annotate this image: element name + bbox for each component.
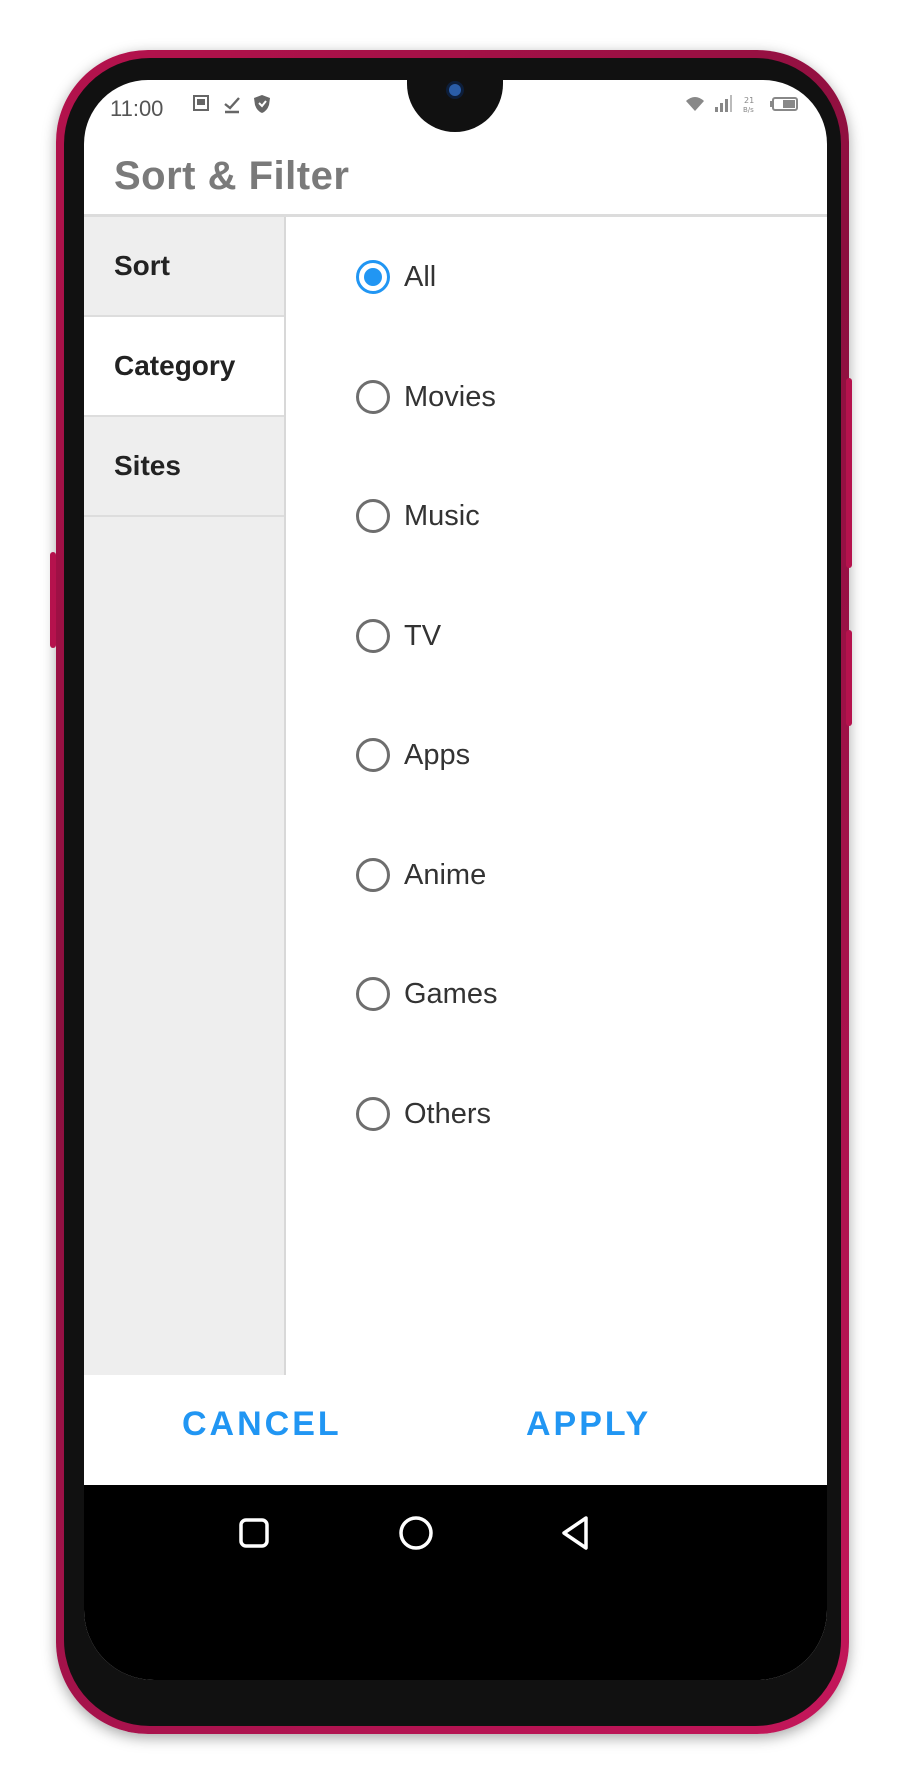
gallery-icon (193, 95, 209, 111)
option-label: TV (404, 619, 442, 652)
option-anime[interactable]: Anime (356, 845, 486, 905)
radio-button[interactable] (356, 858, 390, 892)
tab-sort-label: Sort (114, 250, 170, 281)
option-label: Music (404, 499, 480, 532)
recent-apps-icon[interactable] (234, 1513, 274, 1553)
option-label: Movies (404, 380, 496, 413)
volume-button (846, 630, 852, 726)
radio-button[interactable] (356, 380, 390, 414)
apply-button[interactable]: APPLY (526, 1405, 651, 1444)
tab-category[interactable]: Category (84, 317, 284, 417)
phone-screen: 11:00 21 B/s Sort & Filter Sort Category… (84, 80, 827, 1680)
option-others[interactable]: Others (356, 1084, 491, 1144)
status-icons-right: 21 B/s (685, 94, 799, 114)
option-label: Games (404, 977, 498, 1010)
option-movies[interactable]: Movies (356, 367, 496, 427)
tab-sites-label: Sites (114, 450, 181, 481)
radio-button[interactable] (356, 619, 390, 653)
dialog-footer: CANCEL APPLY (84, 1375, 827, 1485)
shield-icon (254, 95, 270, 113)
option-all[interactable]: All (356, 247, 436, 307)
option-music[interactable]: Music (356, 486, 480, 546)
wifi-icon (686, 97, 704, 111)
system-nav-bar (84, 1485, 827, 1680)
back-icon[interactable] (556, 1513, 596, 1553)
category-options-pane: All Movies Music TV Apps Anime Games Oth… (286, 217, 827, 1375)
tab-sort[interactable]: Sort (84, 217, 284, 317)
battery-icon (770, 97, 798, 111)
option-label: Apps (404, 738, 471, 771)
download-done-icon (224, 97, 240, 114)
status-time: 11:00 (110, 96, 164, 121)
svg-text:B/s: B/s (743, 106, 754, 114)
radio-button[interactable] (356, 499, 390, 533)
data-speed-icon: 21 B/s (743, 96, 754, 114)
radio-button[interactable] (356, 977, 390, 1011)
filter-tabs-pane: Sort Category Sites (84, 217, 286, 1375)
option-label: All (404, 260, 437, 293)
tab-sites[interactable]: Sites (84, 417, 284, 517)
status-icons-left (192, 94, 272, 114)
option-label: Others (404, 1097, 492, 1130)
radio-button-checked[interactable] (356, 260, 390, 294)
status-bar: 11:00 21 B/s (84, 80, 827, 140)
radio-button[interactable] (356, 1097, 390, 1131)
radio-button[interactable] (356, 738, 390, 772)
side-key (50, 552, 56, 648)
device-mockup: 11:00 21 B/s Sort & Filter Sort Category… (0, 0, 900, 1766)
option-tv[interactable]: TV (356, 606, 441, 666)
svg-text:21: 21 (744, 96, 754, 105)
signal-icon (715, 95, 732, 112)
dialog-title: Sort & Filter (114, 154, 350, 198)
home-icon[interactable] (396, 1513, 436, 1553)
option-label: Anime (404, 858, 487, 891)
power-button (846, 378, 852, 568)
option-apps[interactable]: Apps (356, 725, 470, 785)
tab-category-label: Category (114, 350, 236, 381)
option-games[interactable]: Games (356, 964, 497, 1024)
cancel-button[interactable]: CANCEL (182, 1405, 342, 1444)
